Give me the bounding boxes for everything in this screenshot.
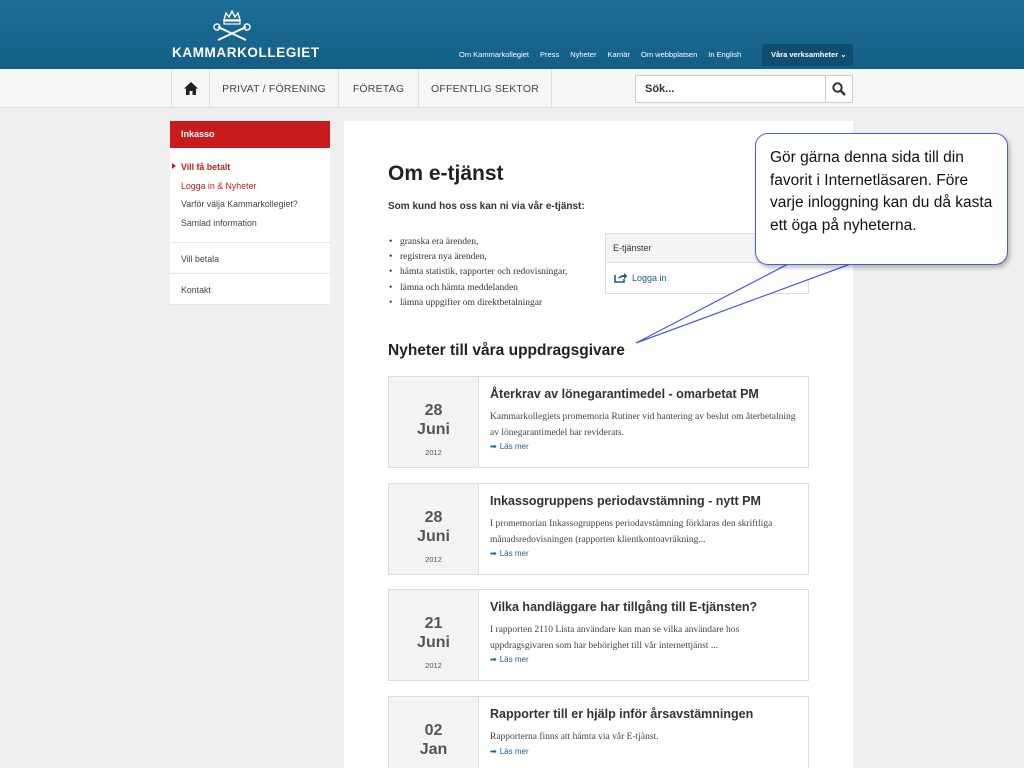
callout-pointer	[635, 261, 857, 344]
callout-note: Gör gärna denna sida till din favorit i …	[755, 133, 1008, 265]
